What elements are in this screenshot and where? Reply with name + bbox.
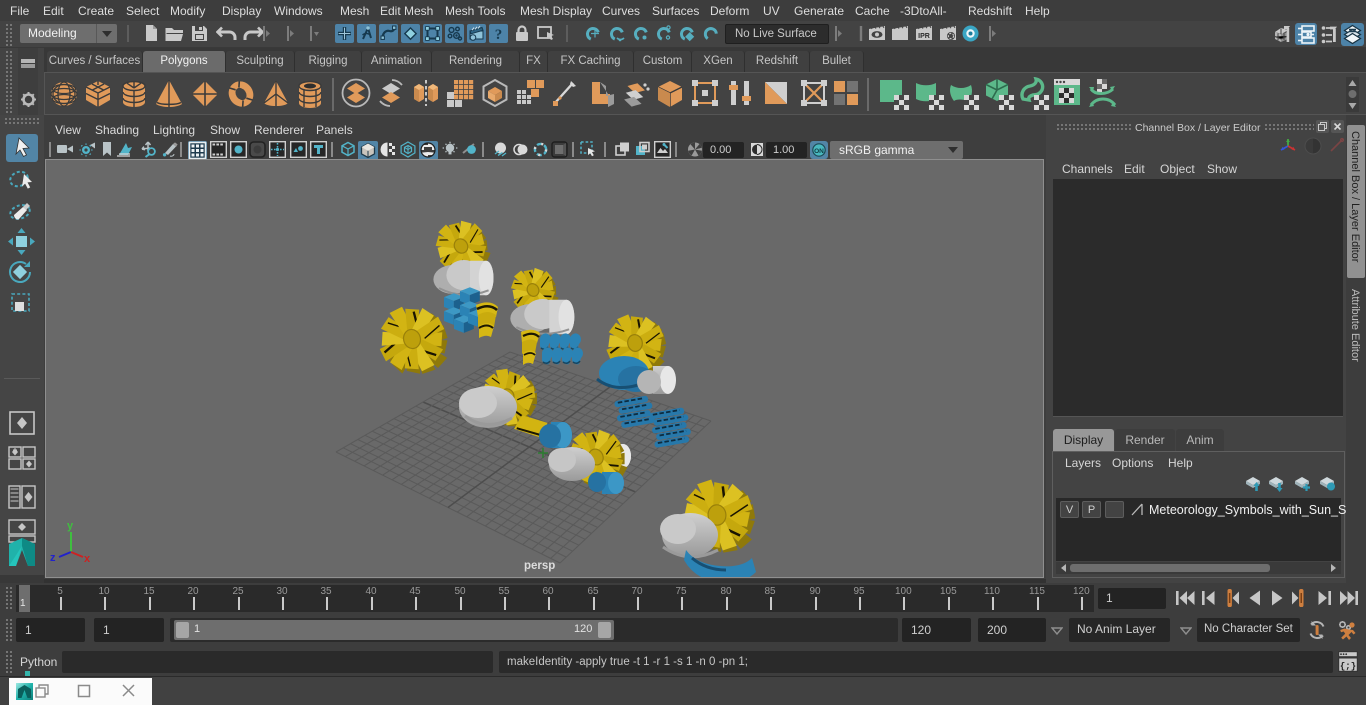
svg-text:z: z — [50, 552, 56, 564]
svg-text:y: y — [67, 520, 74, 532]
svg-text:?: ? — [495, 27, 503, 43]
svg-text:IPR: IPR — [918, 33, 930, 40]
svg-text:x: x — [84, 553, 91, 565]
svg-text:ON: ON — [814, 148, 824, 155]
svg-text:persp: persp — [524, 560, 555, 572]
svg-text:{;}: {;} — [1340, 662, 1356, 672]
